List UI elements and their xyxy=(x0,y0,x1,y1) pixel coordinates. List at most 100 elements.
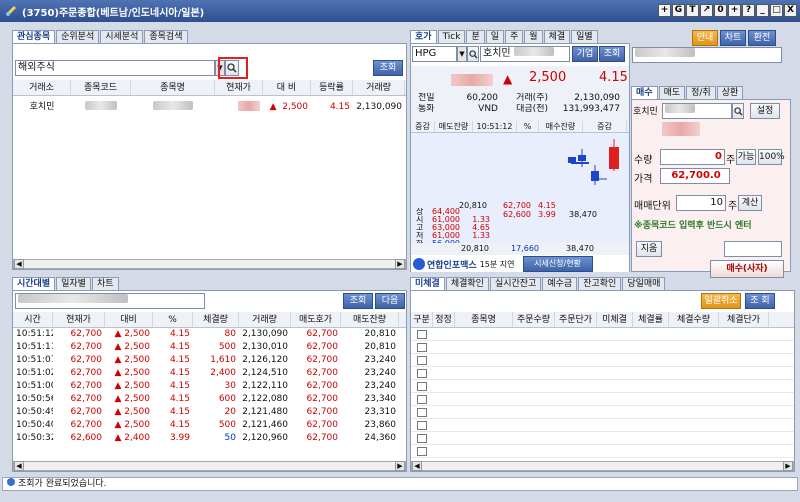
title-button[interactable]: ↗ xyxy=(700,4,713,17)
watchlist-tab[interactable]: 관심종목 xyxy=(12,30,56,43)
ts-next-button[interactable]: 다음 xyxy=(375,293,405,309)
title-button[interactable]: G xyxy=(672,4,685,17)
ts-stock-field[interactable] xyxy=(15,293,205,309)
row-checkbox[interactable] xyxy=(417,421,427,430)
quote-tab[interactable]: 체결 xyxy=(543,30,571,43)
row-checkbox[interactable] xyxy=(417,447,427,456)
unfilled-row[interactable] xyxy=(411,445,794,458)
quote-tab[interactable]: 주 xyxy=(505,30,524,43)
scroll-left-icon[interactable]: ◀ xyxy=(14,259,24,269)
row-checkbox[interactable] xyxy=(417,382,427,391)
unfilled-query-button[interactable]: 조 회 xyxy=(745,293,775,309)
table-row[interactable]: 10:51:00 62,700 ▲ 2,500 4.15 30 2,122,110 62,7… xyxy=(13,380,406,393)
code-search-icon[interactable] xyxy=(467,46,479,62)
table-row[interactable]: 10:50:40 62,700 ▲ 2,500 4.15 500 2,121,460 62,… xyxy=(13,419,406,432)
unfilled-row[interactable] xyxy=(411,328,794,341)
table-row[interactable]: 10:51:07 62,700 ▲ 2,500 4.15 1,610 2,126,120 6… xyxy=(13,354,406,367)
order-settings-button[interactable]: 설정 xyxy=(750,103,780,119)
quote-tab[interactable]: 월 xyxy=(524,30,543,43)
watchlist-tab[interactable]: 종목검색 xyxy=(144,30,188,43)
quote-tab[interactable]: 호가 xyxy=(410,30,437,43)
full-qty-button[interactable]: 100% xyxy=(758,149,785,165)
table-row[interactable]: 10:51:02 62,700 ▲ 2,500 4.15 2,400 2,124,510 6… xyxy=(13,367,406,380)
unfilled-row[interactable] xyxy=(411,393,794,406)
row-checkbox[interactable] xyxy=(417,395,427,404)
order-tab[interactable]: 상환 xyxy=(716,86,744,99)
time-sales-tab[interactable]: 시간대별 xyxy=(12,277,56,290)
time-sales-tab[interactable]: 차트 xyxy=(91,277,119,290)
table-row[interactable]: 10:51:11 62,700 ▲ 2,500 4.15 500 2,130,010 62,… xyxy=(13,341,406,354)
unfilled-tab[interactable]: 잔고확인 xyxy=(578,277,622,290)
order-tab[interactable]: 매도 xyxy=(658,86,686,99)
row-checkbox[interactable] xyxy=(417,369,427,378)
chart-button[interactable]: 차트 xyxy=(720,30,746,46)
watchlist-hscrollbar[interactable]: ◀ ▶ xyxy=(13,259,406,269)
unfilled-tab[interactable]: 미체결 xyxy=(410,277,445,290)
time-sales-tab[interactable]: 일자별 xyxy=(56,277,91,290)
unfilled-row[interactable] xyxy=(411,367,794,380)
unfilled-row[interactable] xyxy=(411,380,794,393)
watchlist-row[interactable]: 호치민 ▲ 2,500 4.15 2,130,090 xyxy=(13,101,406,114)
buy-button[interactable]: 매수(사자) xyxy=(710,260,784,278)
possible-qty-button[interactable]: 가능 xyxy=(736,149,756,165)
title-button[interactable]: ? xyxy=(742,4,755,17)
price-input[interactable]: 62,700.0 xyxy=(660,168,730,184)
table-row[interactable]: 10:50:32 62,600 ▲ 2,400 3.99 50 2,120,960 62,7… xyxy=(13,432,406,445)
table-row[interactable]: 10:51:12 62,700 ▲ 2,500 4.15 80 2,130,090 62,7… xyxy=(13,328,406,341)
row-checkbox[interactable] xyxy=(417,408,427,417)
market-select[interactable]: 해외주식 xyxy=(15,60,215,76)
title-button[interactable]: X xyxy=(784,4,797,17)
title-button[interactable]: T xyxy=(686,4,699,17)
company-button[interactable]: 기업 xyxy=(572,46,598,62)
guide-button[interactable]: 안내 xyxy=(692,30,718,46)
search-icon[interactable] xyxy=(225,60,239,76)
ts-scroll-left-icon[interactable]: ◀ xyxy=(14,461,24,471)
unfilled-hscrollbar[interactable]: ◀ ▶ xyxy=(411,461,794,471)
calc-button[interactable]: 계산 xyxy=(738,195,762,211)
watchlist-tab[interactable]: 순위분석 xyxy=(56,30,100,43)
title-button[interactable]: 0 xyxy=(714,4,727,17)
row-checkbox[interactable] xyxy=(417,356,427,365)
exchange-button[interactable]: 환전 xyxy=(748,30,776,46)
order-search-icon[interactable] xyxy=(732,103,744,119)
row-checkbox[interactable] xyxy=(417,434,427,443)
quote-tab[interactable]: Tick xyxy=(437,30,466,43)
quote-tab[interactable]: 일별 xyxy=(571,30,598,43)
order-tab[interactable]: 정/취 xyxy=(686,86,716,99)
unfilled-tab[interactable]: 당일매매 xyxy=(622,277,666,290)
cancel-all-button[interactable]: 일괄취소 xyxy=(701,293,741,309)
ts-query-button[interactable]: 조회 xyxy=(343,293,373,309)
watchlist-query-button[interactable]: 조회 xyxy=(373,60,403,76)
unfilled-row[interactable] xyxy=(411,354,794,367)
row-checkbox[interactable] xyxy=(417,330,427,339)
code-dropdown-icon[interactable]: ▼ xyxy=(457,46,467,62)
order-memo-field[interactable] xyxy=(724,241,782,257)
quote-subscribe-button[interactable]: 시세신청/현황 xyxy=(522,256,593,272)
row-checkbox[interactable] xyxy=(417,343,427,352)
unfilled-row[interactable] xyxy=(411,341,794,354)
unfilled-scroll-left-icon[interactable]: ◀ xyxy=(412,461,422,471)
ts-scroll-right-icon[interactable]: ▶ xyxy=(395,461,405,471)
title-button[interactable]: + xyxy=(728,4,741,17)
unfilled-row[interactable] xyxy=(411,406,794,419)
clear-button[interactable]: 지움 xyxy=(636,241,662,257)
unfilled-scroll-right-icon[interactable]: ▶ xyxy=(783,461,793,471)
order-tab[interactable]: 매수 xyxy=(631,86,658,99)
table-row[interactable]: 10:50:56 62,700 ▲ 2,500 4.15 600 2,122,080 62,… xyxy=(13,393,406,406)
unfilled-tab[interactable]: 실시간잔고 xyxy=(489,277,542,290)
unit-input[interactable]: 10 xyxy=(676,195,726,211)
title-button[interactable]: □ xyxy=(770,4,783,17)
unfilled-row[interactable] xyxy=(411,419,794,432)
qty-input[interactable]: 0 xyxy=(660,149,725,165)
stock-code-input[interactable]: HPG xyxy=(412,46,457,62)
unfilled-tab[interactable]: 체결확인 xyxy=(445,277,489,290)
table-row[interactable]: 10:50:49 62,700 ▲ 2,500 4.15 20 2,121,480 62,7… xyxy=(13,406,406,419)
quote-tab[interactable]: 일 xyxy=(485,30,505,43)
scroll-right-icon[interactable]: ▶ xyxy=(395,259,405,269)
title-button[interactable]: _ xyxy=(756,4,769,17)
unfilled-row[interactable] xyxy=(411,432,794,445)
order-stock-input[interactable] xyxy=(662,103,732,119)
title-button[interactable]: + xyxy=(658,4,671,17)
watchlist-tab[interactable]: 시세분석 xyxy=(100,30,144,43)
account-field[interactable] xyxy=(632,47,782,63)
